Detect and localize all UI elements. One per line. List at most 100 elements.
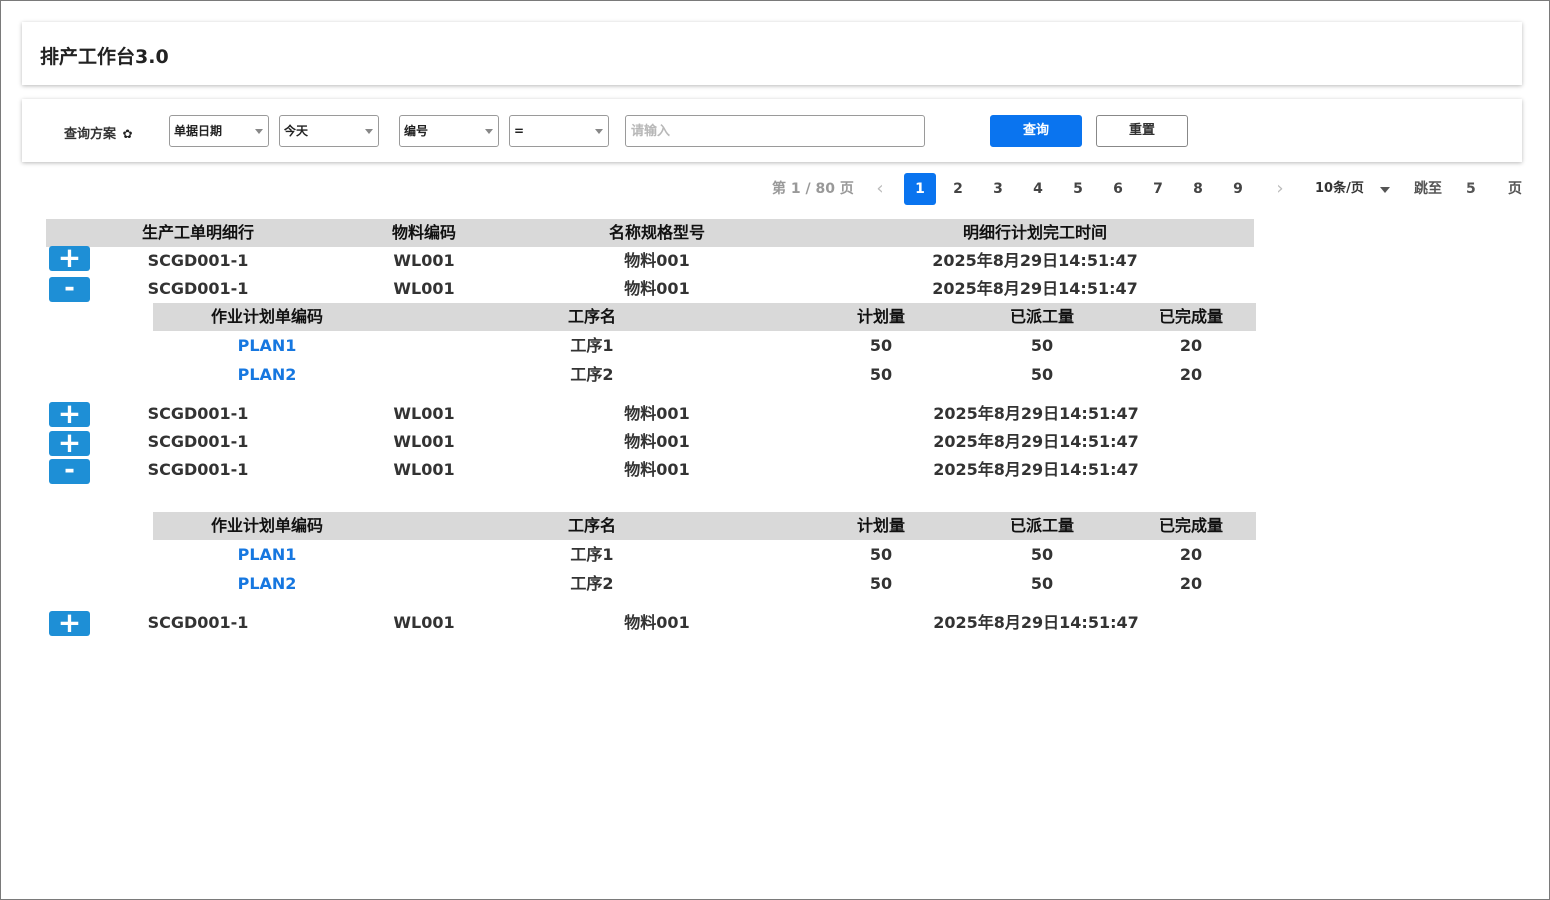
table-cell: 工序2 bbox=[570, 365, 614, 384]
page-button-1[interactable]: 1 bbox=[904, 173, 936, 205]
filter-field-select[interactable]: 单据日期 bbox=[169, 115, 269, 147]
table-cell: 工序1 bbox=[570, 336, 614, 355]
title-panel: 排产工作台3.0 bbox=[22, 22, 1522, 85]
table-cell: 2025年8月29日14:51:47 bbox=[932, 251, 1138, 270]
table-cell: SCGD001-1 bbox=[147, 404, 249, 423]
column-header: 物料编码 bbox=[391, 223, 457, 242]
table-cell: 50 bbox=[869, 336, 893, 355]
table-cell: 物料001 bbox=[624, 251, 690, 270]
table-cell: 物料001 bbox=[624, 432, 690, 451]
page-title: 排产工作台3.0 bbox=[40, 46, 169, 68]
page-button-4[interactable]: 4 bbox=[1022, 173, 1054, 205]
caret-down-icon[interactable] bbox=[1380, 187, 1390, 193]
table-cell: 物料001 bbox=[624, 279, 690, 298]
plan-link[interactable]: PLAN2 bbox=[238, 570, 297, 598]
table-cell: 20 bbox=[1179, 545, 1203, 564]
reset-button[interactable]: 重置 bbox=[1096, 115, 1188, 147]
page-button-8[interactable]: 8 bbox=[1182, 173, 1214, 205]
expand-button[interactable]: + bbox=[49, 429, 90, 457]
sub-column-header: 已完成量 bbox=[1158, 516, 1224, 535]
table-cell: 20 bbox=[1179, 574, 1203, 593]
table-cell: 20 bbox=[1179, 365, 1203, 384]
expand-button[interactable]: + bbox=[49, 609, 90, 637]
page-size-select[interactable]: 10条/页 bbox=[1315, 173, 1364, 205]
search-input[interactable] bbox=[625, 115, 925, 147]
caret-down-icon bbox=[485, 129, 493, 134]
page-button-7[interactable]: 7 bbox=[1142, 173, 1174, 205]
query-scheme[interactable]: 查询方案 ✿ bbox=[64, 123, 133, 142]
gear-icon[interactable]: ✿ bbox=[123, 127, 133, 141]
sub-column-header: 工序名 bbox=[567, 516, 617, 535]
search-button[interactable]: 查询 bbox=[990, 115, 1082, 147]
table-cell: WL001 bbox=[393, 432, 455, 451]
table-cell: 50 bbox=[869, 365, 893, 384]
table-cell: 2025年8月29日14:51:47 bbox=[933, 404, 1139, 423]
table-cell: 2025年8月29日14:51:47 bbox=[933, 432, 1139, 451]
page-total: 第 1 / 80 页 bbox=[772, 181, 854, 197]
table-cell: 50 bbox=[869, 574, 893, 593]
collapse-button[interactable]: - bbox=[49, 457, 90, 484]
plan-link[interactable]: PLAN1 bbox=[238, 541, 297, 569]
expand-button[interactable]: + bbox=[49, 400, 90, 428]
operator-select[interactable]: = bbox=[509, 115, 609, 147]
table-cell: 2025年8月29日14:51:47 bbox=[932, 279, 1138, 298]
chevron-right-icon[interactable]: › bbox=[1272, 173, 1288, 205]
filter-field-value: 单据日期 bbox=[174, 124, 223, 138]
table-cell: 50 bbox=[869, 545, 893, 564]
column-header: 生产工单明细行 bbox=[141, 223, 255, 242]
table-cell: WL001 bbox=[393, 279, 455, 298]
table-cell: 物料001 bbox=[624, 404, 690, 423]
page-button-5[interactable]: 5 bbox=[1062, 173, 1094, 205]
operator-value: = bbox=[514, 124, 525, 138]
caret-down-icon bbox=[255, 129, 263, 134]
expand-button[interactable]: + bbox=[49, 244, 90, 272]
table-cell: 2025年8月29日14:51:47 bbox=[933, 613, 1139, 632]
table-cell: 物料001 bbox=[624, 613, 690, 632]
table-cell: WL001 bbox=[393, 251, 455, 270]
table-cell: SCGD001-1 bbox=[147, 432, 249, 451]
table-cell: WL001 bbox=[393, 460, 455, 479]
collapse-button[interactable]: - bbox=[49, 275, 90, 302]
table-cell: 2025年8月29日14:51:47 bbox=[933, 460, 1139, 479]
filter-value-select[interactable]: 今天 bbox=[279, 115, 379, 147]
jump-input[interactable]: 5 bbox=[1466, 173, 1476, 205]
sub-column-header: 工序名 bbox=[567, 307, 617, 326]
caret-down-icon bbox=[365, 129, 373, 134]
table-cell: 50 bbox=[1030, 365, 1054, 384]
table-cell: 50 bbox=[1030, 574, 1054, 593]
sub-column-header: 已完成量 bbox=[1158, 307, 1224, 326]
table-cell: SCGD001-1 bbox=[147, 279, 249, 298]
column-header: 名称规格型号 bbox=[608, 223, 706, 242]
sub-column-header: 计划量 bbox=[856, 516, 906, 535]
caret-down-icon bbox=[595, 129, 603, 134]
jump-unit: 页 bbox=[1508, 181, 1522, 197]
table-cell: WL001 bbox=[393, 613, 455, 632]
jump-label: 跳至 bbox=[1414, 181, 1442, 197]
table-cell: 50 bbox=[1030, 336, 1054, 355]
page-button-3[interactable]: 3 bbox=[982, 173, 1014, 205]
table-cell: 工序2 bbox=[570, 574, 614, 593]
table-cell: SCGD001-1 bbox=[147, 251, 249, 270]
column-header: 明细行计划完工时间 bbox=[962, 223, 1108, 242]
query-scheme-label: 查询方案 bbox=[64, 127, 117, 142]
table-cell: 工序1 bbox=[570, 545, 614, 564]
query-panel: 查询方案 ✿ 单据日期 今天 编号 = 查询 重置 bbox=[22, 99, 1522, 162]
plan-link[interactable]: PLAN1 bbox=[238, 332, 297, 360]
filter-value-value: 今天 bbox=[284, 124, 309, 138]
condition-field-select[interactable]: 编号 bbox=[399, 115, 499, 147]
page-button-9[interactable]: 9 bbox=[1222, 173, 1254, 205]
table-cell: SCGD001-1 bbox=[147, 460, 249, 479]
sub-column-header: 已派工量 bbox=[1009, 516, 1075, 535]
table-cell: 20 bbox=[1179, 336, 1203, 355]
sub-column-header: 作业计划单编码 bbox=[210, 516, 324, 535]
page-button-6[interactable]: 6 bbox=[1102, 173, 1134, 205]
plan-link[interactable]: PLAN2 bbox=[238, 361, 297, 389]
chevron-left-icon[interactable]: ‹ bbox=[872, 173, 888, 205]
table-cell: WL001 bbox=[393, 404, 455, 423]
pagination: 第 1 / 80 页 ‹ 1 2 3 4 5 6 7 8 9 › 10条/页 跳… bbox=[0, 173, 1550, 205]
sub-column-header: 作业计划单编码 bbox=[210, 307, 324, 326]
sub-column-header: 计划量 bbox=[856, 307, 906, 326]
page-button-2[interactable]: 2 bbox=[942, 173, 974, 205]
table-cell: 50 bbox=[1030, 545, 1054, 564]
table-cell: 物料001 bbox=[624, 460, 690, 479]
